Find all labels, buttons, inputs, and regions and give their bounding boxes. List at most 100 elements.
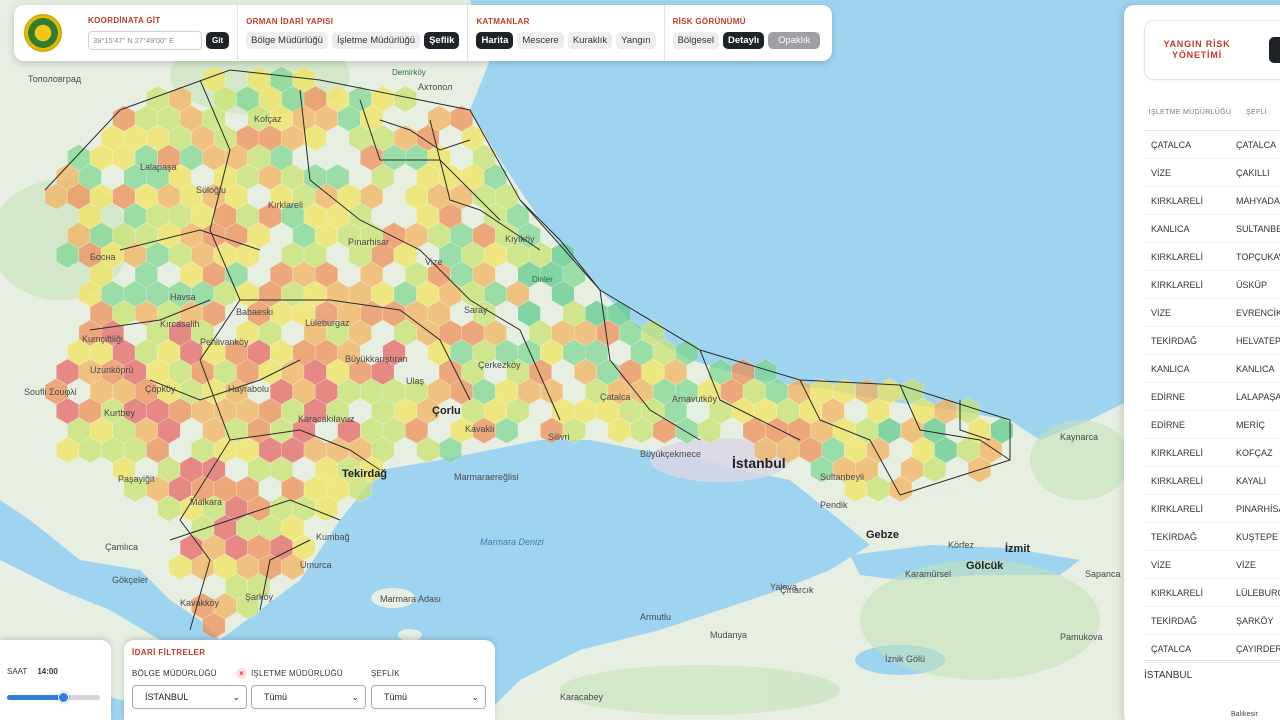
table-row[interactable]: KIRKLARELİ MAHYADA xyxy=(1144,187,1280,215)
label-cerkezkoy: Çerkezköy xyxy=(478,360,521,370)
cell-chief: ÜSKÜP xyxy=(1236,279,1268,290)
label-sarkoy: Şarköy xyxy=(245,592,274,602)
cell-enterprise: KIRKLARELİ xyxy=(1151,475,1204,486)
label-babaeski: Babaeski xyxy=(236,307,273,317)
label-camlica: Çamlıca xyxy=(105,542,138,552)
label-karamursel: Karamürsel xyxy=(905,569,951,579)
label-kiyikoy: Kıyıköy xyxy=(505,234,535,244)
table-row[interactable]: VİZE ÇAKILLI xyxy=(1144,159,1280,187)
label-armutlu: Armutlu xyxy=(640,612,671,622)
cell-chief: KANLICA xyxy=(1236,363,1275,374)
region-filter-label: BÖLGE MÜDÜRLÜĞÜ xyxy=(132,668,217,678)
cell-chief: VİZE xyxy=(1236,559,1257,570)
layers-section: KATMANLAR Harita Mescere Kuraklık Yangın xyxy=(467,5,663,61)
risk-view-title: RİSK GÖRÜNÜMÜ xyxy=(672,17,746,26)
label-ahtopol: Ахтопол xyxy=(418,82,452,92)
chief-select[interactable]: Tümü ⌄ xyxy=(371,685,486,709)
column-header-enterprise[interactable]: İŞLETME MÜDÜRLÜĞÜ xyxy=(1144,108,1236,117)
label-catalca: Çatalca xyxy=(600,392,631,402)
label-kavakkoy: Kavakköy xyxy=(180,598,220,608)
panel-footer-region: İSTANBUL xyxy=(1144,660,1280,690)
label-kirklareli: Kırklareli xyxy=(268,200,303,210)
cell-chief: HELVATEP xyxy=(1236,335,1280,346)
clear-filter-icon[interactable]: × xyxy=(236,667,247,679)
label-hayrabolu: Hayrabolu xyxy=(228,384,269,394)
admin-region-button[interactable]: Bölge Müdürlüğü xyxy=(246,32,328,49)
cell-chief: KAYALI xyxy=(1236,475,1267,486)
table-row[interactable]: VİZE EVRENCİK xyxy=(1144,299,1280,327)
label-kircasalih: Kırcasalih xyxy=(160,319,200,329)
label-pasayigit: Paşayiğit xyxy=(118,474,155,484)
cell-chief: KOFÇAZ xyxy=(1236,447,1273,458)
time-value: 14:00 xyxy=(37,667,58,676)
table-row[interactable]: EDİRNE MERİÇ xyxy=(1144,411,1280,439)
layer-stand-button[interactable]: Mescere xyxy=(517,32,564,49)
table-row[interactable]: KIRKLARELİ LÜLEBURG xyxy=(1144,579,1280,607)
label-sultanbeyli: Sultanbeyli xyxy=(820,472,864,482)
cell-enterprise: KIRKLARELİ xyxy=(1151,587,1204,598)
panel-toggle-button[interactable] xyxy=(1269,37,1280,63)
table-row[interactable]: KIRKLARELİ PINARHİSA xyxy=(1144,495,1280,523)
cell-enterprise: TEKİRDAĞ xyxy=(1151,615,1198,626)
cell-chief: MAHYADA xyxy=(1236,195,1280,206)
cell-enterprise: ÇATALCA xyxy=(1151,643,1192,654)
table-row[interactable]: KIRKLARELİ KAYALI xyxy=(1144,467,1280,495)
label-marmara-sea: Marmara Denizi xyxy=(480,537,545,547)
table-row[interactable]: ÇATALCA ÇATALCA xyxy=(1144,131,1280,159)
label-lalapasa: Lalapaşa xyxy=(140,162,177,172)
table-row[interactable]: KANLICA KANLICA xyxy=(1144,355,1280,383)
cell-enterprise: KIRKLARELİ xyxy=(1151,251,1204,262)
risk-detailed-button[interactable]: Detaylı xyxy=(723,32,765,49)
layer-fire-button[interactable]: Yangın xyxy=(616,32,656,49)
admin-chief-button[interactable]: Şeflik xyxy=(424,32,460,49)
table-row[interactable]: KIRKLARELİ KOFÇAZ xyxy=(1144,439,1280,467)
time-slider-handle[interactable] xyxy=(57,692,69,703)
column-header-chief[interactable]: ŞEFLİ xyxy=(1236,108,1280,117)
time-slider-fill xyxy=(7,695,63,700)
enterprise-select[interactable]: Tümü ⌄ xyxy=(251,685,366,709)
cell-enterprise: KANLICA xyxy=(1151,223,1190,234)
cell-enterprise: VİZE xyxy=(1151,559,1172,570)
cell-enterprise: KIRKLARELİ xyxy=(1151,447,1204,458)
table-row[interactable]: EDİRNE LALAPAŞA xyxy=(1144,383,1280,411)
go-button[interactable]: Git xyxy=(206,32,230,49)
map-attribution: Balıkesir xyxy=(1231,711,1258,718)
label-sapanca: Sapanca xyxy=(1085,569,1121,579)
label-strandja-park: Demirköy xyxy=(392,68,426,77)
cell-enterprise: KIRKLARELİ xyxy=(1151,503,1204,514)
table-row[interactable]: VİZE VİZE xyxy=(1144,551,1280,579)
table-row[interactable]: KIRKLARELİ TOPÇUKAV xyxy=(1144,243,1280,271)
layers-title: KATMANLAR xyxy=(476,17,530,26)
label-catalca-park: Dinler xyxy=(532,275,553,284)
table-row[interactable]: TEKİRDAĞ HELVATEP xyxy=(1144,327,1280,355)
layer-drought-button[interactable]: Kuraklık xyxy=(567,32,613,49)
label-kumciftligi: Kumçiftliği xyxy=(82,334,123,344)
cell-chief: ÇAKILLI xyxy=(1236,167,1270,178)
label-silivri: Silivri xyxy=(548,432,570,442)
time-label: SAAT xyxy=(7,667,28,676)
time-slider[interactable] xyxy=(7,692,100,703)
cell-chief: ÇAYIRDER xyxy=(1236,643,1280,654)
table-row[interactable]: KIRKLARELİ ÜSKÜP xyxy=(1144,271,1280,299)
risk-regional-button[interactable]: Bölgesel xyxy=(672,32,720,49)
admin-enterprise-button[interactable]: İşletme Müdürlüğü xyxy=(331,32,421,49)
label-gebze: Gebze xyxy=(866,529,899,541)
label-bosna: Босна xyxy=(90,252,115,262)
table-row[interactable]: TEKİRDAĞ KUŞTEPE xyxy=(1144,523,1280,551)
cell-enterprise: TEKİRDAĞ xyxy=(1151,531,1198,542)
map-canvas[interactable]: İstanbul Tekirdağ Çorlu Gebze İzmit Gölc… xyxy=(0,0,1280,720)
cell-enterprise: KIRKLARELİ xyxy=(1151,195,1204,206)
label-kandira: Kaynarca xyxy=(1060,432,1098,442)
label-ulas: Ulaş xyxy=(406,376,425,386)
table-row[interactable]: TEKİRDAĞ ŞARKÖY xyxy=(1144,607,1280,635)
label-buyukkaristiran: Büyükkarıştıran xyxy=(345,354,408,364)
coordinate-input[interactable] xyxy=(88,31,202,50)
table-row[interactable]: ÇATALCA ÇAYIRDER xyxy=(1144,635,1280,663)
forestry-logo xyxy=(24,14,62,52)
layer-map-button[interactable]: Harita xyxy=(476,32,514,49)
label-pehlivankoy: Pehlivanköy xyxy=(200,337,249,347)
region-select[interactable]: İSTANBUL ⌄ xyxy=(132,685,247,709)
label-soufli: Soufli Σουφλί xyxy=(24,387,77,397)
risk-opacity-button[interactable]: Opaklık xyxy=(768,32,821,49)
table-row[interactable]: KANLICA SULTANBE xyxy=(1144,215,1280,243)
